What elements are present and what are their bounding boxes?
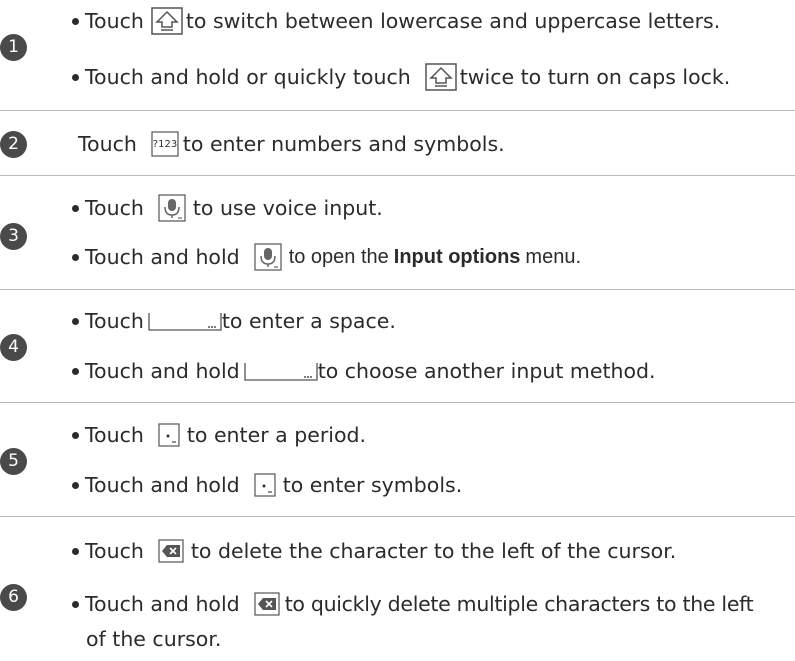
instruction-line: Touch and hold to open the Input options… — [72, 243, 581, 271]
period-key-icon — [158, 423, 180, 447]
shift-icon — [424, 63, 457, 91]
instruction-text: twice to turn on caps lock. — [459, 65, 731, 89]
instruction-text: to use voice input. — [192, 196, 383, 220]
instruction-line: Touch and hold or quickly touch twice to… — [72, 63, 730, 91]
period-key-icon — [254, 473, 276, 497]
instruction-text: Touch and hold — [85, 245, 240, 269]
instruction-line: of the cursor. — [86, 625, 221, 653]
instruction-text: Touch — [85, 9, 144, 33]
instruction-text: Touch — [85, 196, 144, 220]
instruction-line: Touch ?123 to enter numbers and symbols. — [78, 130, 505, 158]
instruction-text: menu. — [525, 246, 582, 268]
instruction-text: to enter numbers and symbols. — [182, 132, 505, 156]
instruction-text: to open the — [288, 246, 389, 268]
instruction-line: Touch to use voice input. — [72, 194, 383, 222]
instruction-text: Touch — [78, 132, 137, 156]
input-options-term: Input options — [393, 246, 521, 268]
numbers-symbols-key-label: ?123 — [153, 139, 177, 150]
instruction-text: to switch between lowercase and uppercas… — [185, 9, 721, 33]
backspace-icon — [254, 592, 280, 616]
instruction-text: to enter a space. — [221, 309, 396, 333]
space-bar-icon — [148, 311, 222, 331]
instruction-line: Touch to enter a space. — [72, 307, 396, 335]
microphone-icon — [254, 243, 282, 271]
row-divider — [0, 289, 795, 290]
instruction-text: Touch — [85, 539, 144, 563]
backspace-icon — [158, 539, 184, 563]
instruction-text: Touch and hold — [85, 359, 240, 383]
instruction-line: Touch to switch between lowercase and up… — [72, 7, 720, 35]
step-number-2: 2 — [0, 131, 27, 158]
instruction-text: to enter a period. — [186, 423, 367, 447]
bullet — [72, 17, 79, 25]
bullet — [72, 431, 79, 439]
instruction-text: to enter symbols. — [282, 473, 463, 497]
instruction-line: Touch and hold to enter symbols. — [72, 471, 462, 499]
step-number-1: 1 — [0, 34, 27, 61]
row-divider — [0, 110, 795, 111]
instruction-text: Touch — [85, 423, 144, 447]
step-number-5: 5 — [0, 448, 27, 475]
instruction-text: to delete the character to the left of t… — [190, 539, 677, 563]
step-number-6: 6 — [0, 584, 27, 611]
instruction-text: Touch and hold — [85, 473, 240, 497]
row-divider — [0, 175, 795, 176]
instruction-text: Touch and hold — [85, 592, 240, 616]
instruction-text: of the cursor. — [86, 627, 222, 651]
bullet — [72, 367, 79, 375]
bullet — [72, 317, 79, 325]
instruction-text: to quickly delete multiple characters to… — [284, 592, 754, 616]
instruction-text: Touch — [85, 309, 144, 333]
bullet — [72, 481, 79, 489]
shift-icon — [151, 7, 183, 35]
bullet — [72, 73, 79, 81]
bullet — [72, 204, 79, 212]
numbers-symbols-key-icon: ?123 — [151, 131, 179, 157]
instruction-line: Touch to enter a period. — [72, 421, 366, 449]
row-divider — [0, 402, 795, 403]
bullet — [72, 253, 79, 261]
bullet — [72, 547, 79, 555]
instruction-line: Touch to delete the character to the lef… — [72, 537, 676, 565]
instruction-line: Touch and hold to choose another input m… — [72, 357, 656, 385]
step-number-3: 3 — [0, 223, 27, 250]
bullet — [72, 600, 79, 608]
space-bar-icon — [244, 361, 318, 381]
microphone-icon — [158, 194, 186, 222]
row-divider — [0, 516, 795, 517]
instruction-line: Touch and hold to quickly delete multipl… — [72, 590, 754, 618]
instruction-text: to choose another input method. — [317, 359, 656, 383]
step-number-4: 4 — [0, 334, 27, 361]
instruction-text: Touch and hold or quickly touch — [85, 65, 411, 89]
